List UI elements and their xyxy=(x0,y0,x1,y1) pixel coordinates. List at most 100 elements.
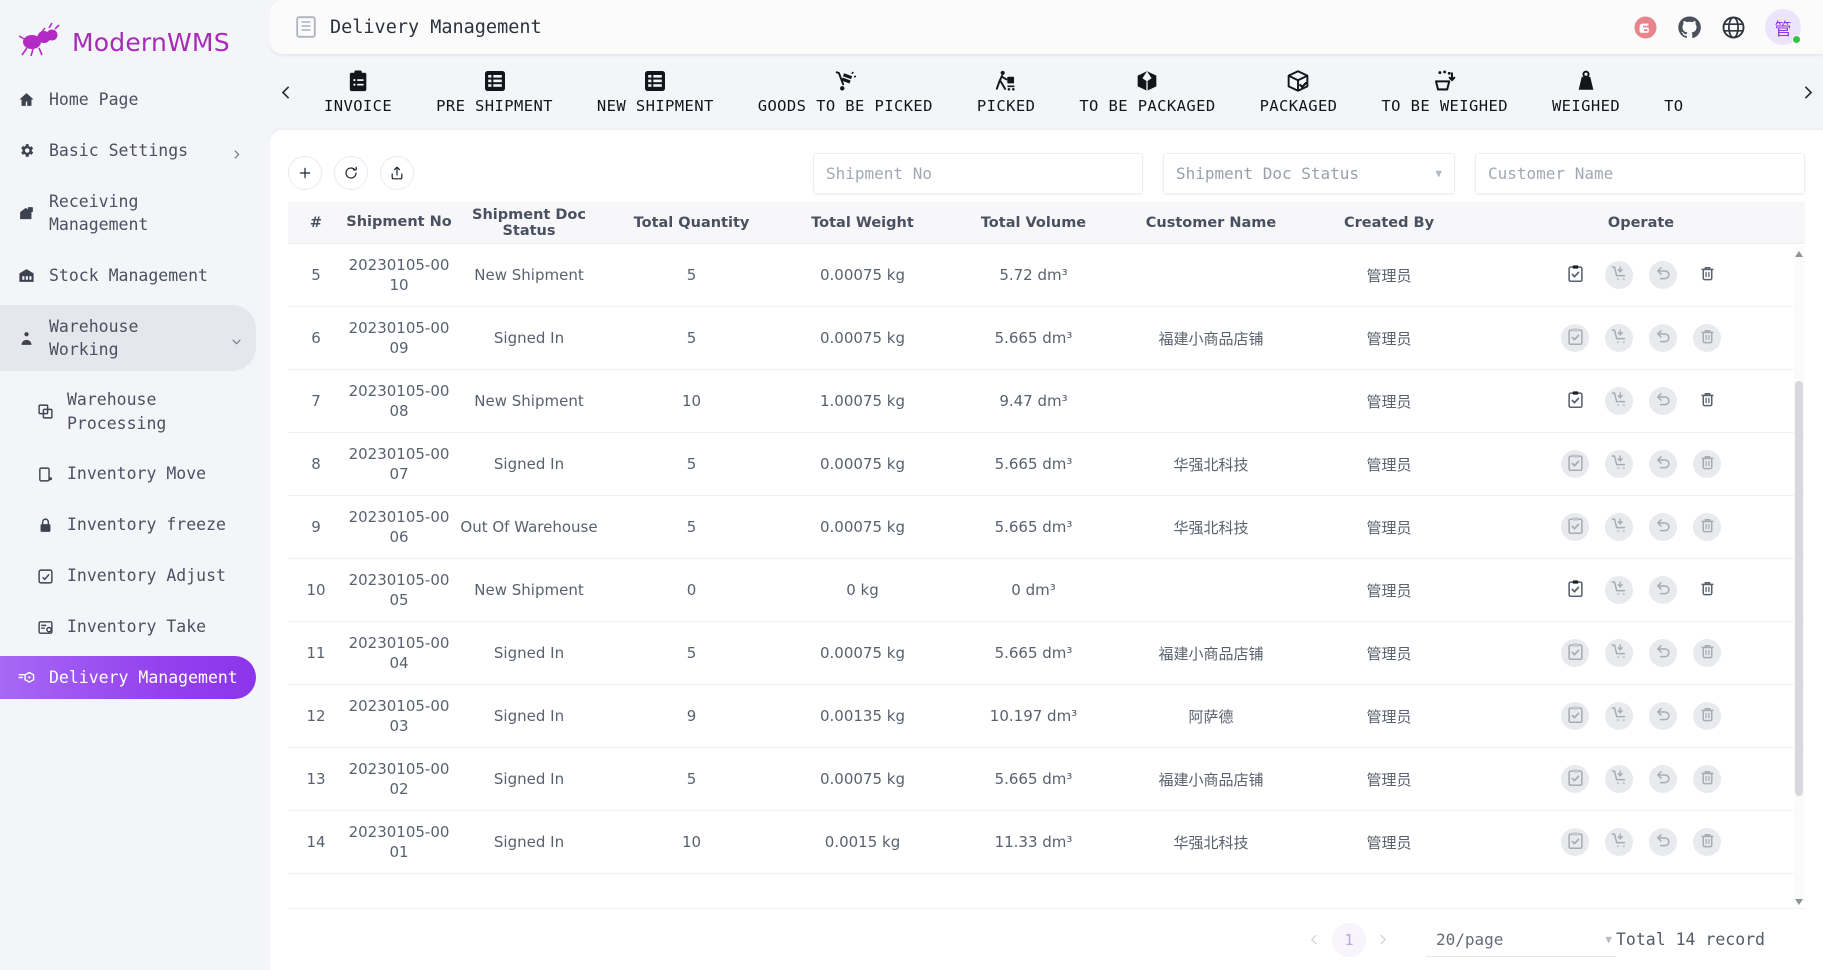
sidebar-item-inventory-freeze[interactable]: Inventory freeze xyxy=(0,503,256,547)
tabs-next-button[interactable] xyxy=(1791,84,1823,101)
trash-button[interactable] xyxy=(1693,387,1721,415)
clipboard-check-icon xyxy=(1567,831,1584,853)
table-row[interactable]: 7 20230105-0008 New Shipment 10 1.00075 kg 9.… xyxy=(288,370,1805,433)
undo-button xyxy=(1649,702,1677,730)
cell-total-quantity: 9 xyxy=(686,707,697,725)
add-button[interactable] xyxy=(288,156,322,190)
tab-to-be-weighed[interactable]: TO BE WEIGHED xyxy=(1359,64,1530,121)
document-icon xyxy=(296,16,316,38)
clipboard-check-button[interactable] xyxy=(1561,387,1589,415)
move-icon xyxy=(36,464,54,484)
scrollbar-thumb[interactable] xyxy=(1795,381,1803,796)
trash-icon xyxy=(1699,391,1716,412)
shipment-doc-status-select[interactable]: Shipment Doc Status ▼ xyxy=(1163,152,1455,194)
shipment-no-input[interactable] xyxy=(826,163,1130,183)
cell-operate xyxy=(1477,261,1805,289)
table-row[interactable]: 12 20230105-0003 Signed In 9 0.00135 kg 10.19… xyxy=(288,685,1805,748)
pagination-prev-button[interactable] xyxy=(1298,923,1332,957)
cart-down-icon xyxy=(1611,328,1628,349)
operate-buttons xyxy=(1561,513,1721,541)
trash-button[interactable] xyxy=(1693,576,1721,604)
pagination-next-button[interactable] xyxy=(1366,923,1400,957)
trash-icon xyxy=(1699,832,1716,853)
cell-total-volume: 5.665 dm³ xyxy=(994,329,1073,347)
trash-button xyxy=(1693,324,1721,352)
tab-to-be-packaged[interactable]: TO BE PACKAGED xyxy=(1057,64,1237,121)
cell-total-quantity: 5 xyxy=(686,770,697,788)
cell-doc-status: Signed In xyxy=(493,707,565,725)
refresh-button[interactable] xyxy=(334,156,368,190)
pagination-page-1[interactable]: 1 xyxy=(1331,922,1366,957)
sidebar-item-inventory-adjust[interactable]: Inventory Adjust xyxy=(0,554,256,598)
cell-index: 12 xyxy=(306,707,326,725)
table-row[interactable]: 10 20230105-0005 New Shipment 0 0 kg 0 dm³ 管理员 xyxy=(288,559,1805,622)
sidebar-item-label: Inventory Adjust xyxy=(67,566,226,586)
scroll-up-icon[interactable] xyxy=(1794,244,1804,257)
clipboard-check-button[interactable] xyxy=(1561,261,1589,289)
cell-doc-status: New Shipment xyxy=(474,392,584,410)
cell-total-weight: 0.00075 kg xyxy=(819,518,905,536)
sidebar-item-stock-management[interactable]: Stock Management xyxy=(0,254,256,298)
scroll-down-icon[interactable] xyxy=(1794,892,1804,905)
cell-total-volume: 10.197 dm³ xyxy=(989,707,1078,725)
undo-icon xyxy=(1655,643,1672,664)
sidebar-item-delivery-management[interactable]: Delivery Management xyxy=(0,655,256,700)
shipment-no-field[interactable] xyxy=(813,152,1143,194)
cell-total-quantity: 10 xyxy=(681,392,702,410)
tab-picked[interactable]: PICKED xyxy=(955,64,1057,121)
customer-name-input[interactable] xyxy=(1488,163,1792,183)
trash-button xyxy=(1693,513,1721,541)
table-row[interactable]: 5 20230105-0010 New Shipment 5 0.00075 kg 5.7… xyxy=(288,244,1805,307)
cell-index: 10 xyxy=(306,581,326,599)
page-size-select[interactable]: 20/page ▼ xyxy=(1425,923,1616,957)
tab-invoice[interactable]: INVOICE xyxy=(302,64,414,121)
trash-button[interactable] xyxy=(1693,261,1721,289)
tab-goods-to-be-picked[interactable]: GOODS TO BE PICKED xyxy=(736,64,955,121)
undo-icon xyxy=(1655,580,1672,601)
clipboard-check-button xyxy=(1561,765,1589,793)
avatar-wrap: 管 xyxy=(1765,9,1801,45)
clipboard-check-icon xyxy=(1567,390,1584,412)
table-row[interactable]: 13 20230105-0002 Signed In 5 0.00075 kg 5.665… xyxy=(288,748,1805,811)
tab-new-shipment[interactable]: NEW SHIPMENT xyxy=(575,64,736,121)
trash-icon xyxy=(1699,706,1716,727)
table-row[interactable]: 14 20230105-0001 Signed In 10 0.0015 kg 11.33… xyxy=(288,811,1805,874)
table-row[interactable]: 8 20230105-0007 Signed In 5 0.00075 kg 5.665 … xyxy=(288,433,1805,496)
trash-button xyxy=(1693,702,1721,730)
undo-button xyxy=(1649,639,1677,667)
sidebar-item-receiving-management[interactable]: Receiving Management xyxy=(0,180,256,247)
cart-down-button xyxy=(1605,639,1633,667)
customer-name-field[interactable] xyxy=(1475,152,1805,194)
sidebar-item-warehouse-working[interactable]: Warehouse Working xyxy=(0,304,256,372)
tab-packaged[interactable]: PACKAGED xyxy=(1238,64,1360,121)
cell-operate xyxy=(1477,513,1805,541)
tabs-bar: INVOICE PRE SHIPMENT NEW SHIPMENT GOODS … xyxy=(270,60,1823,125)
cell-doc-status: Signed In xyxy=(493,329,565,347)
table-header: # Shipment No Shipment Doc Status Total … xyxy=(288,202,1805,244)
tabs-prev-button[interactable] xyxy=(270,84,302,101)
table-row[interactable]: 6 20230105-0009 Signed In 5 0.00075 kg 5.665 … xyxy=(288,307,1805,370)
table-scrollbar[interactable] xyxy=(1794,244,1804,905)
tab-weighed[interactable]: WEIGHED xyxy=(1530,64,1642,121)
table-row[interactable]: 9 20230105-0006 Out Of Warehouse 5 0.00075 k… xyxy=(288,496,1805,559)
undo-button xyxy=(1649,765,1677,793)
clipboard-check-button[interactable] xyxy=(1561,576,1589,604)
clipboard-check-icon xyxy=(1567,264,1584,286)
sidebar-item-home-page[interactable]: Home Page xyxy=(0,78,256,122)
sidebar-item-inventory-move[interactable]: Inventory Move xyxy=(0,452,256,496)
tab-to[interactable]: TO xyxy=(1642,64,1705,121)
shipment-doc-status-value: Shipment Doc Status xyxy=(1176,163,1360,183)
language-globe-icon[interactable] xyxy=(1721,15,1746,40)
github-icon[interactable] xyxy=(1677,15,1702,40)
table-row[interactable]: 11 20230105-0004 Signed In 5 0.00075 kg 5.665… xyxy=(288,622,1805,685)
export-button[interactable] xyxy=(380,156,414,190)
gitee-icon[interactable] xyxy=(1633,15,1658,40)
trash-icon xyxy=(1699,643,1716,664)
trash-icon xyxy=(1699,580,1716,601)
sidebar-item-basic-settings[interactable]: Basic Settings xyxy=(0,129,256,173)
sidebar-item-inventory-take[interactable]: Inventory Take xyxy=(0,605,256,649)
sidebar-item-warehouse-processing[interactable]: Warehouse Processing xyxy=(0,378,256,445)
cell-customer-name: 华强北科技 xyxy=(1173,518,1249,537)
cell-index: 6 xyxy=(311,329,321,347)
tab-pre-shipment[interactable]: PRE SHIPMENT xyxy=(414,64,575,121)
